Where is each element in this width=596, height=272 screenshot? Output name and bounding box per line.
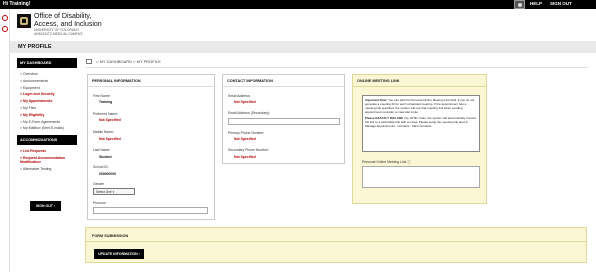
university-logo xyxy=(17,14,31,28)
breadcrumb-separator: > xyxy=(96,59,99,64)
sidebar-item-appointments[interactable]: > My Appointments xyxy=(20,98,77,105)
preferred-name-label: Preferred Name: xyxy=(93,112,119,116)
org-line2: Access, and Inclusion xyxy=(34,20,102,28)
update-information-button[interactable]: UPDATE INFORMATION › xyxy=(94,249,144,259)
pronoun-label: Pronoun xyxy=(93,201,106,205)
phone2-label: Secondary Phone Number: xyxy=(228,148,269,152)
sidebar-item-files[interactable]: > My Files xyxy=(20,105,77,112)
meeting-link-card: ONLINE MEETING LINK Important Note: You … xyxy=(352,74,487,204)
top-bar: Hi Training! HELP SIGN OUT xyxy=(0,0,596,9)
sidebar-item-request-modification[interactable]: > Request Accommodation Modification xyxy=(20,155,77,166)
contact-info-card: CONTACT INFORMATION Email Address: Not S… xyxy=(222,74,345,164)
meeting-link-textarea[interactable] xyxy=(362,166,480,188)
last-name-value: Student xyxy=(99,155,112,159)
sidebar-item-announcements[interactable]: > Announcements xyxy=(20,78,77,85)
menu-icon[interactable] xyxy=(2,15,8,21)
signout-link[interactable]: SIGN OUT xyxy=(550,1,572,6)
sidebar-dashboard-header: MY DASHBOARD xyxy=(17,58,77,68)
sidebar-item-alt-testing[interactable]: > Alternative Testing xyxy=(20,166,77,173)
sidebar-item-overview[interactable]: > Overview xyxy=(20,71,77,78)
middle-name-label: Middle Name: xyxy=(93,130,114,134)
greeting: Hi Training! xyxy=(3,1,31,7)
divider xyxy=(86,67,588,68)
contact-info-title: CONTACT INFORMATION xyxy=(223,75,344,87)
meeting-notice: Important Note: You can add the Personal… xyxy=(362,95,480,152)
first-name-label: First Name: xyxy=(93,94,111,98)
sidebar-item-mailbox[interactable]: > My Mailbox (Sent E-mails) xyxy=(20,125,77,132)
sidebar-item-list-requests[interactable]: > List Requests xyxy=(20,148,77,155)
side-strip xyxy=(0,9,10,272)
phone-value: Not Specified xyxy=(234,137,256,141)
middle-name-value: Not Specified xyxy=(99,137,121,141)
email-value: Not Specified xyxy=(234,100,256,104)
email2-input[interactable] xyxy=(228,118,340,125)
breadcrumb: > MY DASHBOARD > MY PROFILE xyxy=(86,59,161,65)
preferred-name-value: Not Specified xyxy=(99,118,121,122)
first-name-value: Training xyxy=(99,100,113,104)
email-label: Email Address: xyxy=(228,94,251,98)
breadcrumb-profile: MY PROFILE xyxy=(136,59,161,64)
account-icon[interactable] xyxy=(514,0,525,9)
org-sub2: ANSCHUTZ MEDICAL CAMPUS xyxy=(34,32,83,36)
email2-label: Email Address (Secondary): xyxy=(228,111,271,115)
form-submission-title: FORM SUBMISSION xyxy=(86,228,586,242)
sidebar-item-equipment[interactable]: > Equipment xyxy=(20,85,77,92)
sidebar: MY DASHBOARD > Overview > Announcements … xyxy=(17,58,77,176)
personal-info-title: PERSONAL INFORMATION xyxy=(88,75,214,87)
personal-info-card: PERSONAL INFORMATION First Name: Trainin… xyxy=(87,74,215,220)
sidebar-item-eligibility[interactable]: > My Eligibility xyxy=(20,112,77,119)
phone2-value: Not Specified xyxy=(234,155,256,159)
page-title: MY PROFILE xyxy=(18,44,52,50)
org-name: Office of Disability, Access, and Inclus… xyxy=(34,13,102,36)
sidebar-accommodations-header: ACCOMMODATIONS xyxy=(17,135,77,146)
last-name-label: Last Name: xyxy=(93,148,111,152)
page-header: MY PROFILE xyxy=(10,41,596,53)
pronoun-input[interactable] xyxy=(93,207,208,214)
form-submission-panel: FORM SUBMISSION UPDATE INFORMATION › xyxy=(85,227,587,263)
phone-label: Primary Phone Number: xyxy=(228,131,265,135)
breadcrumb-dashboard[interactable]: MY DASHBOARD xyxy=(100,59,132,64)
gender-select[interactable]: Select One ▾ xyxy=(93,188,135,195)
meeting-link-title: ONLINE MEETING LINK xyxy=(353,75,486,87)
home-icon[interactable] xyxy=(86,59,92,65)
sidebar-item-eform[interactable]: > My E-Form Agreements xyxy=(20,119,77,126)
sidebar-item-login-security[interactable]: > Login and Security xyxy=(20,91,77,98)
info-icon[interactable]: ⓘ xyxy=(407,160,410,164)
gender-label: Gender xyxy=(93,182,105,186)
help-link[interactable]: HELP xyxy=(530,1,542,6)
breadcrumb-separator: > xyxy=(133,59,136,64)
school-id-label: School ID: xyxy=(93,165,109,169)
signout-button[interactable]: SIGN OUT › xyxy=(30,201,61,211)
school-id-value: 000000000 xyxy=(99,172,116,176)
accessibility-icon[interactable] xyxy=(2,26,8,32)
meeting-link-label: Personal Online Meeting Link ⓘ xyxy=(362,160,411,164)
org-line1: Office of Disability, xyxy=(34,13,92,20)
